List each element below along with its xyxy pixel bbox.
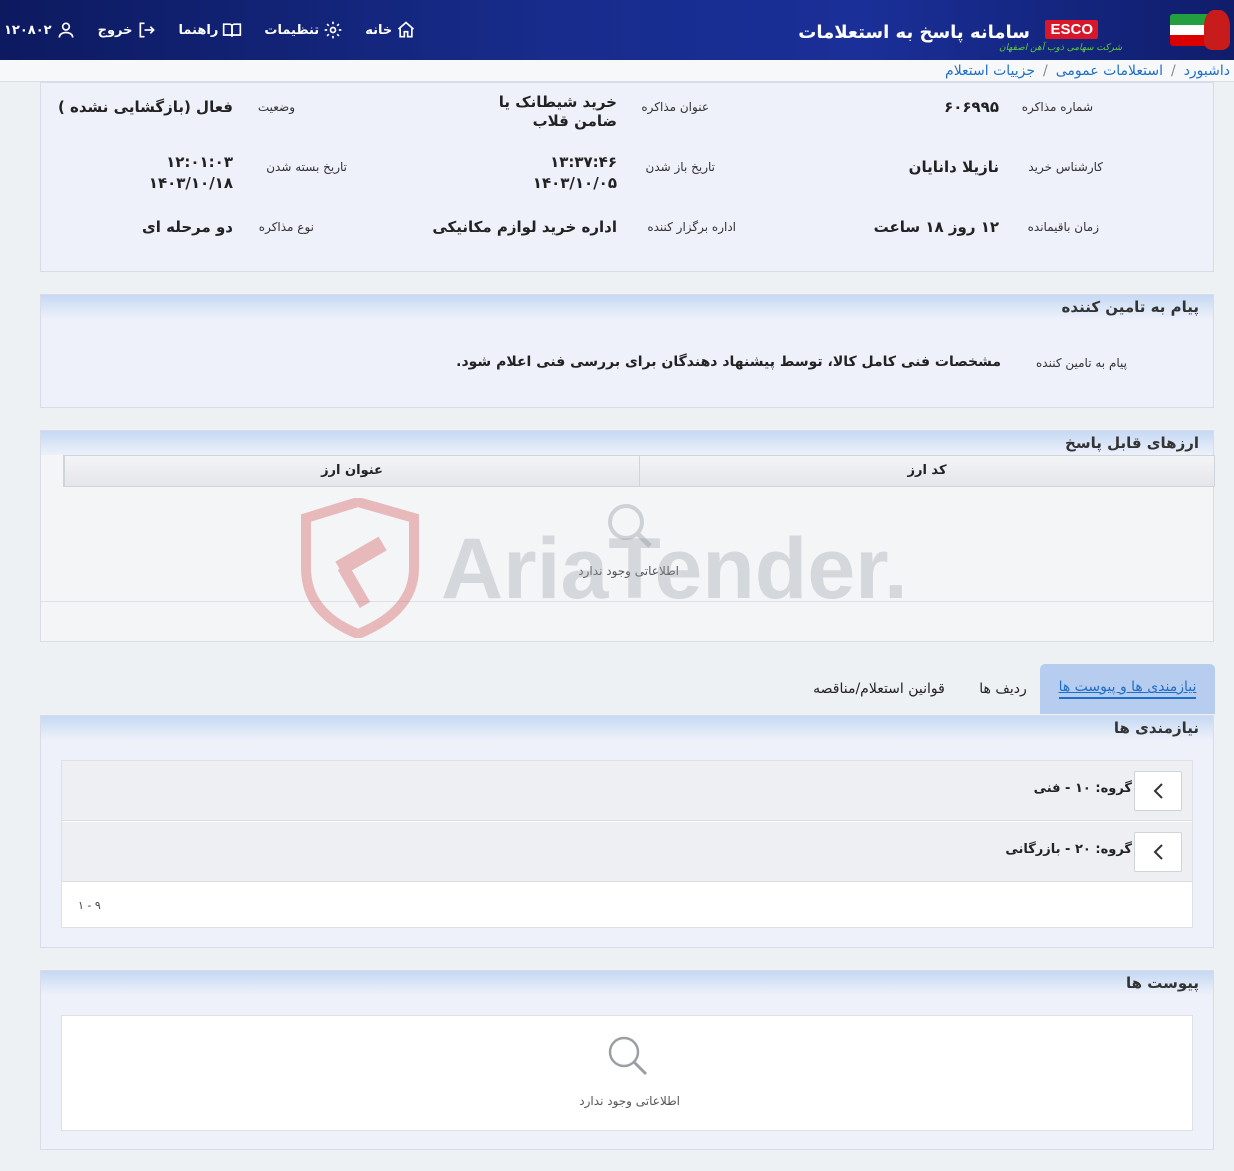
expert-label: کارشناس خرید <box>1028 160 1103 174</box>
breadcrumb-inquiry-details[interactable]: جزییات استعلام <box>945 63 1035 79</box>
logout-label: خروج <box>97 22 133 38</box>
tab-requirements-attachments[interactable]: نیازمندی ها و پیوست ها <box>1040 664 1215 714</box>
breadcrumb-separator: / <box>1043 62 1048 79</box>
home-button[interactable]: خانه <box>365 20 416 40</box>
logo-subtitle: شرکت سهامی ذوب آهن اصفهان <box>999 43 1122 53</box>
attachments-list: اطلاعاتی وجود ندارد <box>61 1015 1193 1131</box>
breadcrumb: داشبورد / استعلامات عمومی / جزییات استعل… <box>0 60 1234 82</box>
attachments-panel: پیوست ها اطلاعاتی وجود ندارد <box>40 970 1214 1150</box>
org-value: اداره خرید لوازم مکانیکی <box>432 218 617 236</box>
breadcrumb-dashboard[interactable]: داشبورد <box>1184 63 1230 79</box>
search-icon <box>608 1036 648 1076</box>
breadcrumb-public-inquiries[interactable]: استعلامات عمومی <box>1056 63 1163 79</box>
settings-button[interactable]: تنظیمات <box>264 20 343 40</box>
tab-rows-label: ردیف ها <box>979 681 1027 697</box>
currencies-panel: ارزهای قابل پاسخ کد ارز عنوان ارز اطلاعا… <box>40 430 1215 642</box>
number-value: ۶۰۶۹۹۵ <box>944 98 999 116</box>
help-button[interactable]: راهنما <box>179 20 243 40</box>
supplier-message-label: پیام به تامین کننده <box>1036 356 1127 370</box>
column-currency-code[interactable]: کد ارز <box>639 456 1214 486</box>
tab-rules-label: قوانین استعلام/مناقصه <box>813 681 945 697</box>
type-value: دو مرحله ای <box>141 218 233 236</box>
title-value: خرید شیطانک یا ضامن قلاب <box>498 93 617 130</box>
top-bar: ESCO شرکت سهامی ذوب آهن اصفهان سامانه پا… <box>0 0 1234 60</box>
status-value: فعال (بازگشایی نشده ) <box>57 98 233 116</box>
user-menu[interactable]: ۱۲۰۸۰۲ <box>4 20 76 40</box>
open-time: ۱۳:۳۷:۴۶ <box>550 153 617 171</box>
home-label: خانه <box>365 22 393 38</box>
close-time: ۱۲:۰۱:۰۳ <box>166 153 233 171</box>
currencies-table-footer <box>41 601 1213 602</box>
company-emblem-icon <box>1204 10 1230 50</box>
supplier-message-panel: پیام به تامین کننده پیام به تامین کننده … <box>40 294 1214 408</box>
title-label: عنوان مذاکره <box>641 100 709 114</box>
expand-button[interactable] <box>1134 832 1182 872</box>
number-label: شماره مذاکره <box>1021 100 1093 114</box>
column-currency-title[interactable]: عنوان ارز <box>64 456 639 486</box>
currencies-table-header: کد ارز عنوان ارز <box>63 455 1215 487</box>
group-label: گروه: ۲۰ - بازرگانی <box>1005 842 1132 857</box>
tab-rules[interactable]: قوانین استعلام/مناقصه <box>796 664 962 714</box>
chevron-left-icon <box>1153 783 1163 799</box>
tab-requirements-attachments-label: نیازمندی ها و پیوست ها <box>1058 679 1197 699</box>
expert-value: نازیلا دانایان <box>908 158 999 176</box>
chevron-left-icon <box>1153 844 1163 860</box>
requirement-group-row[interactable]: گروه: ۱۰ - فنی <box>62 761 1192 821</box>
home-icon <box>398 21 415 38</box>
status-label: وضعیت <box>257 100 295 114</box>
supplier-message-text: مشخصات فنی کامل کالا، توسط پیشنهاد دهندگ… <box>456 354 1001 370</box>
requirement-group-row[interactable]: گروه: ۲۰ - بازرگانی <box>62 822 1192 882</box>
remaining-value: ۱۲ روز ۱۸ ساعت <box>873 218 999 236</box>
user-icon <box>58 22 74 38</box>
details-panel: شماره مذاکره ۶۰۶۹۹۵ عنوان مذاکره خرید شی… <box>40 82 1214 272</box>
group-label: گروه: ۱۰ - فنی <box>1033 781 1132 796</box>
app-title: سامانه پاسخ به استعلامات <box>798 22 1030 43</box>
breadcrumb-separator: / <box>1170 62 1176 79</box>
open-date-label: تاریخ باز شدن <box>645 160 715 174</box>
currencies-title: ارزهای قابل پاسخ <box>41 431 1213 455</box>
open-date: ۱۴۰۳/۱۰/۰۵ <box>532 174 617 192</box>
top-nav: ۱۲۰۸۰۲ خروج راهنما تنظیمات خانه <box>0 0 440 60</box>
brand: ESCO شرکت سهامی ذوب آهن اصفهان سامانه پا… <box>798 0 1234 60</box>
close-date: ۱۴۰۳/۱۰/۱۸ <box>148 174 233 192</box>
user-id: ۱۲۰۸۰۲ <box>4 22 52 38</box>
remaining-label: زمان باقیمانده <box>1027 220 1099 234</box>
gear-icon <box>324 21 342 39</box>
tab-rows[interactable]: ردیف ها <box>968 664 1038 714</box>
type-label: نوع مذاکره <box>258 220 314 234</box>
requirements-list: گروه: ۱۰ - فنی گروه: ۲۰ - بازرگانی ۱ - ۹ <box>61 760 1193 928</box>
requirements-panel: نیازمندی ها گروه: ۱۰ - فنی گروه: ۲۰ - با… <box>40 715 1214 948</box>
tab-bar: نیازمندی ها و پیوست ها ردیف ها قوانین اس… <box>0 664 1234 714</box>
close-date-label: تاریخ بسته شدن <box>266 160 347 174</box>
logout-button[interactable]: خروج <box>98 20 157 40</box>
attachments-title: پیوست ها <box>41 971 1213 995</box>
supplier-message-title: پیام به تامین کننده <box>41 295 1213 319</box>
expand-button[interactable] <box>1134 771 1182 811</box>
org-label: اداره برگزار کننده <box>647 220 736 234</box>
requirements-title: نیازمندی ها <box>41 716 1213 740</box>
logout-icon <box>139 22 155 38</box>
help-label: راهنما <box>178 22 219 38</box>
pagination: ۱ - ۹ <box>78 899 101 912</box>
settings-label: تنظیمات <box>264 22 320 38</box>
esco-logo: ESCO <box>1045 20 1098 39</box>
currencies-empty-text: اطلاعاتی وجود ندارد <box>578 564 679 578</box>
book-icon <box>223 23 242 37</box>
attachments-empty-text: اطلاعاتی وجود ندارد <box>579 1094 680 1108</box>
